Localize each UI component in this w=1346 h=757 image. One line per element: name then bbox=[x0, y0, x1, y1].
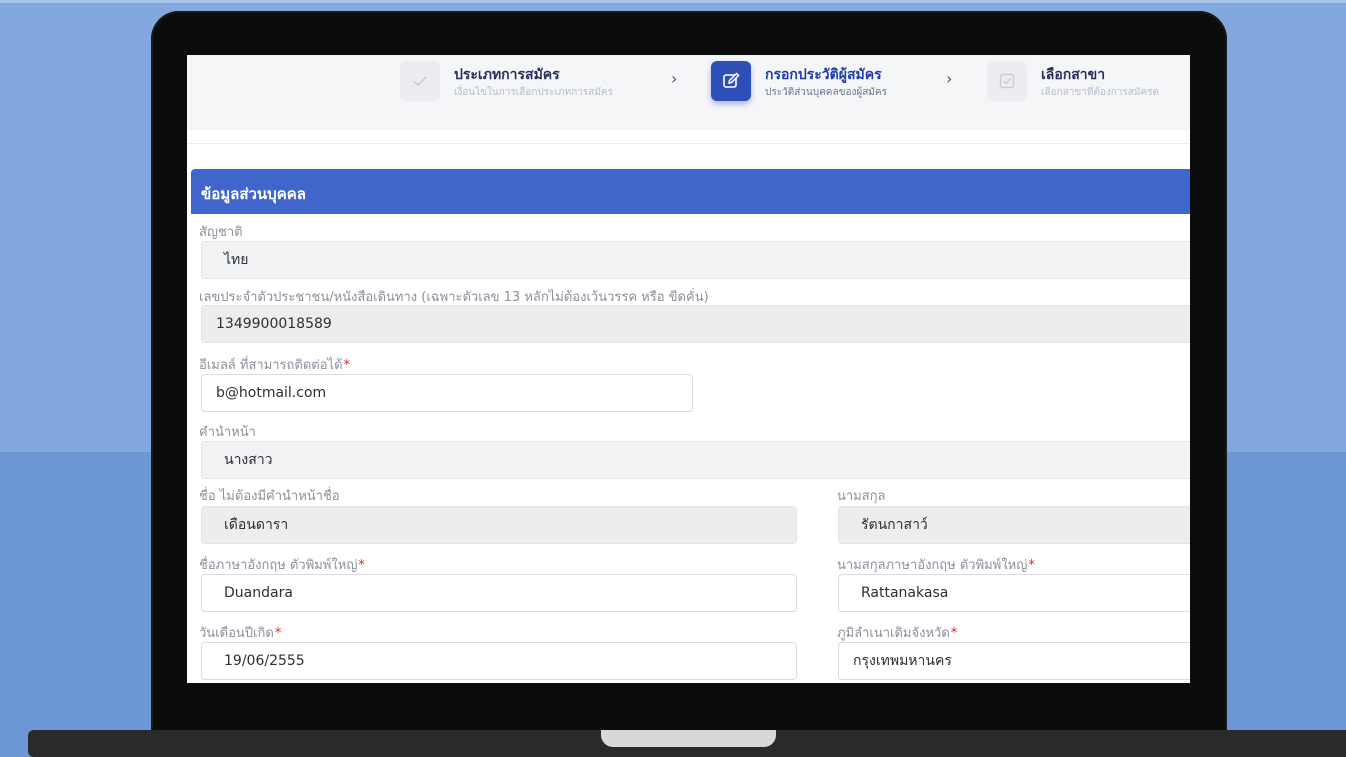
last-name-en-label-text: นามสกุลภาษาอังกฤษ ตัวพิมพ์ใหญ่ bbox=[837, 558, 1028, 573]
laptop-notch bbox=[601, 730, 776, 747]
birth-date-label: วันเดือนปีเกิด* bbox=[199, 622, 281, 643]
id-number-field: 1349900018589 bbox=[201, 305, 1190, 343]
edit-icon bbox=[711, 61, 751, 101]
required-mark: * bbox=[343, 358, 351, 373]
nationality-select[interactable]: ไทย bbox=[201, 241, 1190, 279]
section-header: ข้อมูลส่วนบุคคล bbox=[191, 169, 1190, 214]
first-name-en-label: ชื่อภาษาอังกฤษ ตัวพิมพ์ใหญ่* bbox=[199, 554, 365, 575]
email-field[interactable]: b@hotmail.com bbox=[201, 374, 693, 412]
step-title: ประเภทการสมัคร bbox=[454, 67, 560, 83]
chevron-right-icon: › bbox=[946, 69, 953, 88]
birth-province-label: ภูมิลำเนาเดิมจังหวัด* bbox=[837, 622, 957, 643]
step-title: เลือกสาขา bbox=[1041, 67, 1106, 83]
id-number-label: เลขประจำตัวประชาชน/หนังสือเดินทาง (เฉพาะ… bbox=[199, 290, 709, 305]
application-stepper: ประเภทการสมัคร เงื่อนไขในการเลือกประเภทก… bbox=[187, 55, 1190, 130]
first-name-th-field: เดือนดารา bbox=[201, 506, 797, 544]
title-prefix-select[interactable]: นางสาว bbox=[201, 441, 1190, 479]
step-subtitle: เงื่อนไขในการเลือกประเภทการสมัคร bbox=[454, 87, 613, 98]
required-mark: * bbox=[274, 626, 282, 641]
section-title: ข้อมูลส่วนบุคคล bbox=[201, 185, 306, 203]
last-name-th-field: รัตนกาสาว์ bbox=[838, 506, 1190, 544]
background-topline bbox=[0, 0, 1346, 3]
chevron-right-icon: › bbox=[671, 69, 678, 88]
last-name-th-label: นามสกุล bbox=[837, 489, 886, 504]
birth-province-label-text: ภูมิลำเนาเดิมจังหวัด bbox=[837, 626, 950, 641]
step-subtitle: ประวัติส่วนบุคคลของผู้สมัคร bbox=[765, 87, 887, 98]
birth-date-label-text: วันเดือนปีเกิด bbox=[199, 626, 274, 641]
checkbox-icon bbox=[987, 61, 1027, 101]
title-prefix-label: คำนำหน้า bbox=[199, 425, 256, 440]
step-subtitle: เลือกสาขาที่ต้องการสมัครต bbox=[1041, 87, 1160, 98]
required-mark: * bbox=[358, 558, 365, 573]
last-name-en-label: นามสกุลภาษาอังกฤษ ตัวพิมพ์ใหญ่* bbox=[837, 554, 1035, 575]
last-name-en-field[interactable]: Rattanakasa bbox=[838, 574, 1190, 612]
check-icon bbox=[400, 61, 440, 101]
email-label: อีเมลล์ ที่สามารถติดต่อได้* bbox=[199, 354, 350, 375]
birth-date-field[interactable]: 19/06/2555 bbox=[201, 642, 797, 680]
nationality-label: สัญชาติ bbox=[199, 225, 243, 240]
step-title: กรอกประวัติผู้สมัคร bbox=[765, 67, 882, 83]
birth-province-select[interactable]: กรุงเทพมหานคร bbox=[838, 642, 1190, 680]
first-name-en-label-text: ชื่อภาษาอังกฤษ ตัวพิมพ์ใหญ่ bbox=[199, 558, 358, 573]
email-label-text: อีเมลล์ ที่สามารถติดต่อได้ bbox=[199, 358, 343, 373]
required-mark: * bbox=[1028, 558, 1035, 573]
required-mark: * bbox=[950, 626, 958, 641]
first-name-en-field[interactable]: Duandara bbox=[201, 574, 797, 612]
first-name-th-label: ชื่อ ไม่ต้องมีคำนำหน้าชื่อ bbox=[199, 489, 340, 504]
laptop-screen: ประเภทการสมัคร เงื่อนไขในการเลือกประเภทก… bbox=[187, 55, 1190, 683]
form-card-edge bbox=[187, 143, 1190, 164]
